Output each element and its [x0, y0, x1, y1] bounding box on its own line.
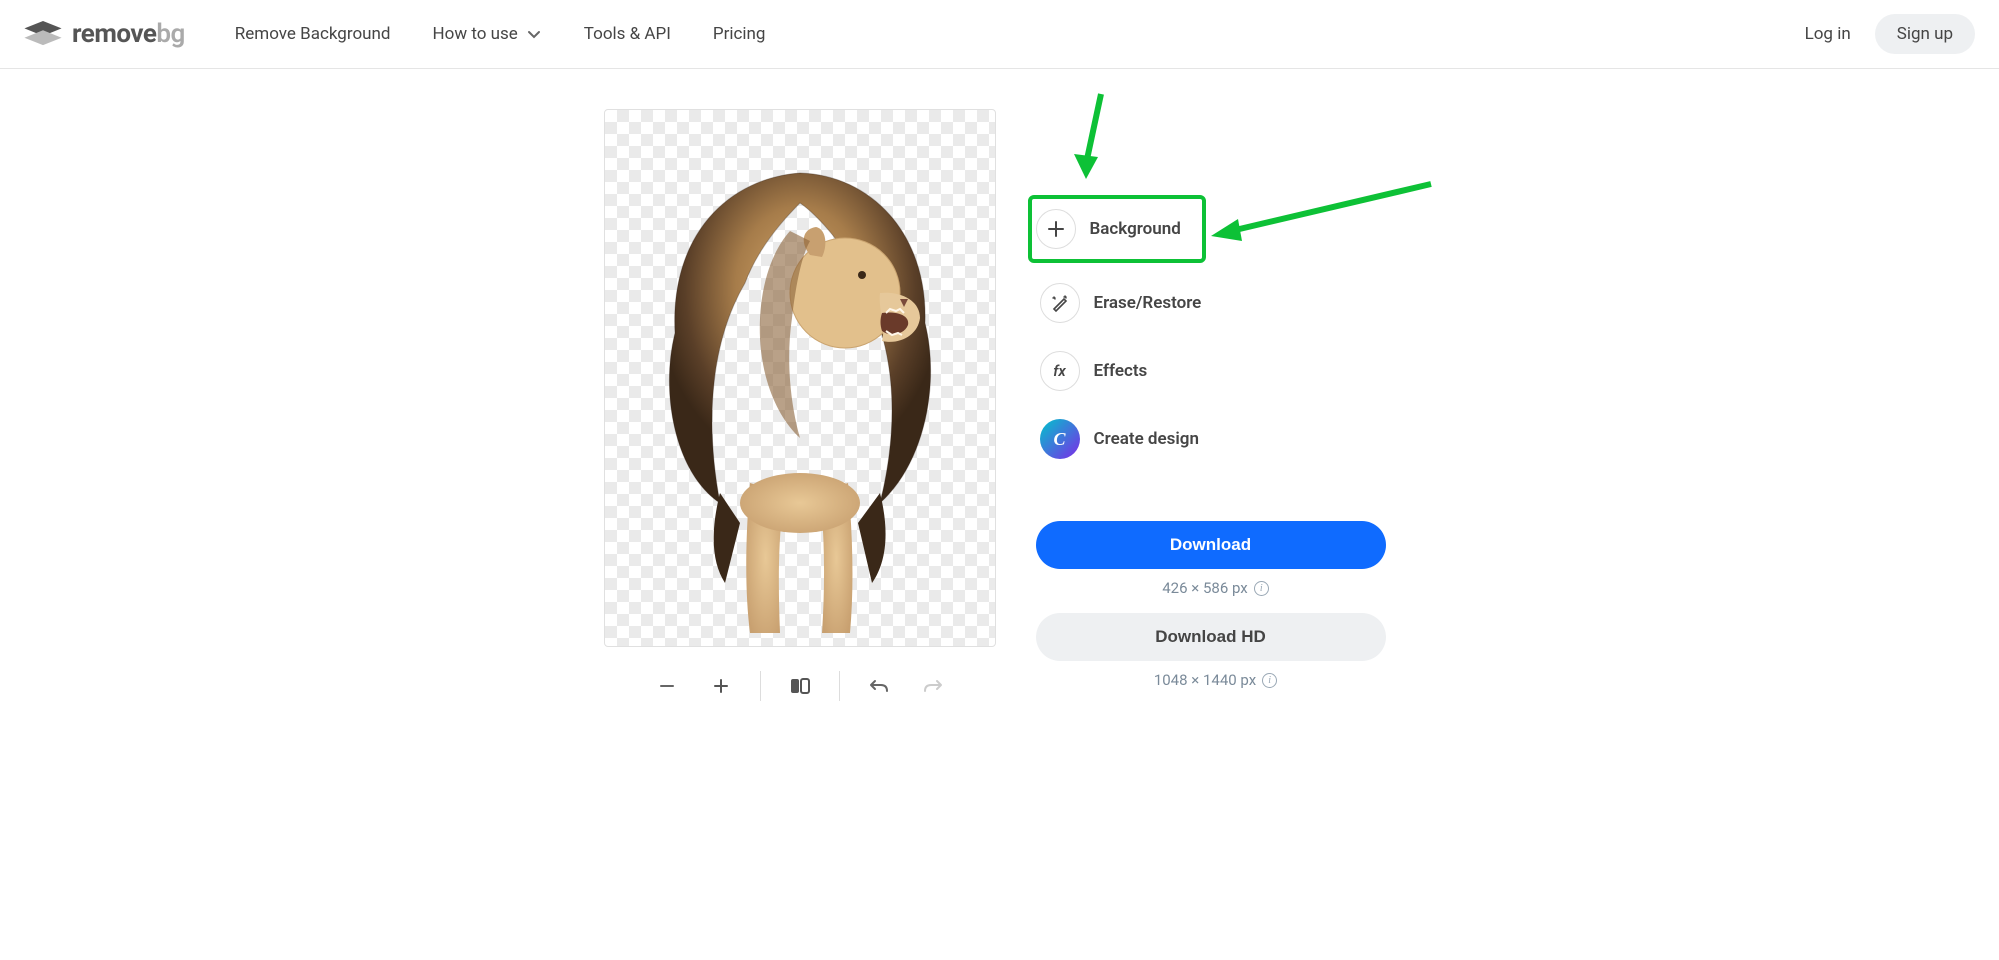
- download-button[interactable]: Download: [1036, 521, 1386, 569]
- signup-button[interactable]: Sign up: [1875, 14, 1975, 54]
- option-erase-restore[interactable]: Erase/Restore: [1036, 279, 1396, 327]
- annotation-arrow-icon: [1066, 89, 1116, 189]
- canva-icon: C: [1040, 419, 1080, 459]
- magic-erase-icon: [1040, 283, 1080, 323]
- option-create-design[interactable]: C Create design: [1036, 415, 1396, 463]
- top-nav: removebg Remove Background How to use To…: [0, 0, 1999, 69]
- undo-button[interactable]: [864, 671, 894, 701]
- nav-tools-api[interactable]: Tools & API: [584, 24, 671, 44]
- zoom-out-button[interactable]: [652, 671, 682, 701]
- result-image: [650, 163, 950, 633]
- info-icon[interactable]: i: [1254, 581, 1269, 596]
- toolbar-divider: [760, 671, 761, 701]
- nav-remove-background[interactable]: Remove Background: [235, 24, 391, 44]
- logo-text: removebg: [72, 19, 185, 49]
- option-label: Background: [1090, 219, 1181, 239]
- zoom-in-button[interactable]: [706, 671, 736, 701]
- fx-icon: fx: [1040, 351, 1080, 391]
- compare-button[interactable]: [785, 671, 815, 701]
- download-hd-button[interactable]: Download HD: [1036, 613, 1386, 661]
- option-label: Create design: [1094, 429, 1199, 449]
- download-hd-dimensions: 1048 × 1440 pxi: [1036, 671, 1396, 689]
- download-dimensions: 426 × 586 pxi: [1036, 579, 1396, 597]
- nav-pricing[interactable]: Pricing: [713, 24, 766, 44]
- option-background[interactable]: Background: [1032, 199, 1202, 259]
- chevron-down-icon: [526, 26, 542, 42]
- logo-icon: [24, 21, 62, 47]
- logo[interactable]: removebg: [24, 19, 185, 49]
- option-label: Effects: [1094, 361, 1148, 381]
- login-link[interactable]: Log in: [1805, 24, 1851, 44]
- toolbar-divider: [839, 671, 840, 701]
- nav-how-to-use[interactable]: How to use: [433, 24, 542, 44]
- canvas-toolbar: [652, 671, 948, 701]
- info-icon[interactable]: i: [1262, 673, 1277, 688]
- redo-button[interactable]: [918, 671, 948, 701]
- annotation-arrow-icon: [1206, 179, 1436, 249]
- image-canvas[interactable]: [604, 109, 996, 647]
- plus-icon: [1036, 209, 1076, 249]
- option-effects[interactable]: fx Effects: [1036, 347, 1396, 395]
- option-label: Erase/Restore: [1094, 293, 1202, 313]
